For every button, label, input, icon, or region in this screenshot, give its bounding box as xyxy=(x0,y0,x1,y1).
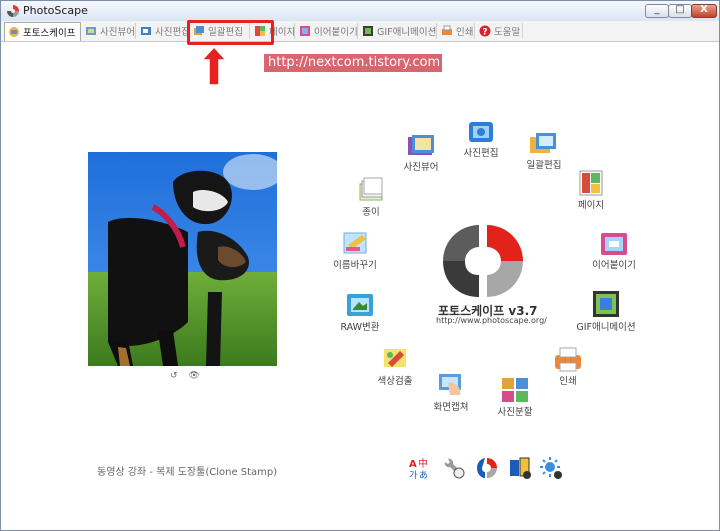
minimize-button[interactable]: _ xyxy=(645,4,669,18)
print-icon xyxy=(555,347,581,372)
menu-batch-editor[interactable]: 일괄편집 xyxy=(520,129,568,171)
app-website-link[interactable]: http://www.photoscape.org/ xyxy=(436,316,547,325)
menu-screen-capture[interactable]: 화면캡쳐 xyxy=(429,369,473,413)
menu-raw-converter[interactable]: RAW변환 xyxy=(338,291,382,333)
combine-icon xyxy=(300,26,310,36)
photoscape-logo xyxy=(443,225,523,297)
view-icon[interactable]: 👁 xyxy=(188,371,199,381)
menu-combine[interactable]: 이어붙이기 xyxy=(586,231,642,271)
blog-url-banner: http://nextcom.tistory.com xyxy=(264,54,442,72)
sun-icon[interactable] xyxy=(539,456,563,480)
title-bar: PhotoScape _ □ X xyxy=(1,1,719,22)
page-icon xyxy=(579,170,603,196)
tools-icon[interactable] xyxy=(442,456,466,480)
app-window: PhotoScape _ □ X 포토스케이프 사진뷰어 사진편집 일괄편집 페… xyxy=(0,0,720,531)
batch-editor-highlight-box xyxy=(187,20,274,45)
combine-icon xyxy=(601,233,627,255)
raw-converter-icon xyxy=(347,294,373,316)
tab-editor[interactable]: 사진편집 xyxy=(137,23,190,39)
menu-gif[interactable]: GIF애니메이션 xyxy=(574,289,638,333)
tab-print[interactable]: 인쇄 xyxy=(438,23,475,39)
gif-icon xyxy=(593,291,619,317)
rename-icon xyxy=(343,232,367,254)
menu-editor[interactable]: 사진편집 xyxy=(459,119,503,159)
photoscape-app-icon[interactable] xyxy=(475,456,499,480)
screen-capture-icon xyxy=(439,374,461,395)
color-picker-icon xyxy=(384,349,406,367)
close-button[interactable]: X xyxy=(691,4,717,18)
tab-help[interactable]: ? 도움말 xyxy=(476,23,523,39)
photoscape-logo-icon xyxy=(7,5,19,17)
tab-combine[interactable]: 이어붙이기 xyxy=(296,23,358,39)
menu-print[interactable]: 인쇄 xyxy=(550,345,586,387)
svg-text:?: ? xyxy=(482,28,487,38)
tutorial-link[interactable]: 동영상 강좌 - 복제 도장툴(Clone Stamp) xyxy=(97,463,277,478)
menu-paper[interactable]: 종이 xyxy=(353,176,389,218)
editor-icon xyxy=(469,122,493,142)
dog-photo xyxy=(88,152,277,366)
help-icon: ? xyxy=(479,25,491,37)
splitter-icon xyxy=(502,378,528,402)
photo-toolbar: ↺ 👁 xyxy=(166,371,204,381)
batch-editor-icon xyxy=(530,133,556,153)
svg-text:あ: あ xyxy=(419,470,428,480)
menu-color-picker[interactable]: 색상검출 xyxy=(373,343,417,387)
svg-text:A: A xyxy=(409,459,417,470)
viewer-icon xyxy=(86,27,96,35)
news-icon[interactable] xyxy=(508,456,532,480)
window-title: PhotoScape xyxy=(23,4,88,17)
viewer-icon xyxy=(408,135,434,155)
menu-rename[interactable]: 이름바꾸기 xyxy=(331,229,379,271)
tab-bar: 포토스케이프 사진뷰어 사진편집 일괄편집 페이지 이어붙이기 GIF애니메이션 xyxy=(1,21,719,42)
tab-viewer[interactable]: 사진뷰어 xyxy=(82,23,136,39)
maximize-button[interactable]: □ xyxy=(668,4,692,18)
svg-text:中: 中 xyxy=(418,457,428,470)
red-arrow-icon xyxy=(200,45,228,86)
menu-splitter[interactable]: 사진분할 xyxy=(493,376,537,418)
print-icon xyxy=(442,25,452,35)
tab-photoscape[interactable]: 포토스케이프 xyxy=(4,22,81,41)
svg-text:가: 가 xyxy=(409,470,417,480)
language-icon[interactable]: A 中 가 あ xyxy=(407,456,431,480)
tab-gif[interactable]: GIF애니메이션 xyxy=(359,23,437,39)
paper-icon xyxy=(359,177,383,201)
editor-icon xyxy=(141,27,151,35)
gif-icon xyxy=(363,26,373,36)
rotate-icon[interactable]: ↺ xyxy=(170,371,178,381)
menu-viewer[interactable]: 사진뷰어 xyxy=(399,133,443,173)
photoscape-icon xyxy=(9,27,19,37)
menu-page[interactable]: 페이지 xyxy=(571,169,611,211)
